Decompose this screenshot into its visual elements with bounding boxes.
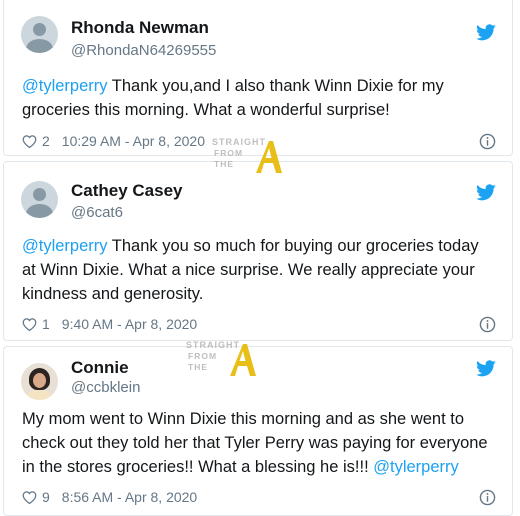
tweet-meta: 1 9:40 AM - Apr 8, 2020 <box>22 314 197 334</box>
timestamp[interactable]: 9:40 AM - Apr 8, 2020 <box>62 316 197 332</box>
author-handle[interactable]: @RhondaN64269555 <box>71 42 216 59</box>
tweet-text: My mom went to Winn Dixie this morning a… <box>22 407 492 479</box>
tweet-meta: 9 8:56 AM - Apr 8, 2020 <box>22 487 197 507</box>
tweet-meta: 2 10:29 AM - Apr 8, 2020 <box>22 131 205 151</box>
like-count: 2 <box>42 133 50 149</box>
author-handle[interactable]: @ccbklein <box>71 379 140 396</box>
timestamp[interactable]: 10:29 AM - Apr 8, 2020 <box>62 133 205 149</box>
profile-photo[interactable] <box>21 363 58 400</box>
author-handle[interactable]: @6cat6 <box>71 204 123 221</box>
like-count: 9 <box>42 489 50 505</box>
info-icon[interactable] <box>479 316 496 333</box>
mention-link[interactable]: @tylerperry <box>22 77 108 95</box>
default-avatar-icon[interactable] <box>21 16 58 53</box>
mention-link[interactable]: @tylerperry <box>373 458 459 476</box>
heart-icon[interactable] <box>22 134 37 149</box>
mention-link[interactable]: @tylerperry <box>22 237 108 255</box>
twitter-bird-icon[interactable] <box>476 360 496 377</box>
tweet-text: @tylerperry Thank you so much for buying… <box>22 234 492 306</box>
twitter-bird-icon[interactable] <box>476 184 496 201</box>
tweet-card: Rhonda Newman @RhondaN64269555 @tylerper… <box>3 0 513 156</box>
twitter-bird-icon[interactable] <box>476 24 496 41</box>
author-name[interactable]: Connie <box>71 358 129 378</box>
tweet-text: @tylerperry Thank you,and I also thank W… <box>22 74 492 122</box>
timestamp[interactable]: 8:56 AM - Apr 8, 2020 <box>62 489 197 505</box>
info-icon[interactable] <box>479 133 496 150</box>
like-count: 1 <box>42 316 50 332</box>
heart-icon[interactable] <box>22 317 37 332</box>
author-name[interactable]: Rhonda Newman <box>71 18 209 38</box>
author-name[interactable]: Cathey Casey <box>71 181 183 201</box>
tweet-card: Cathey Casey @6cat6 @tylerperry Thank yo… <box>3 161 513 341</box>
tweet-card: Connie @ccbklein My mom went to Winn Dix… <box>3 346 513 516</box>
info-icon[interactable] <box>479 489 496 506</box>
heart-icon[interactable] <box>22 490 37 505</box>
default-avatar-icon[interactable] <box>21 181 58 218</box>
